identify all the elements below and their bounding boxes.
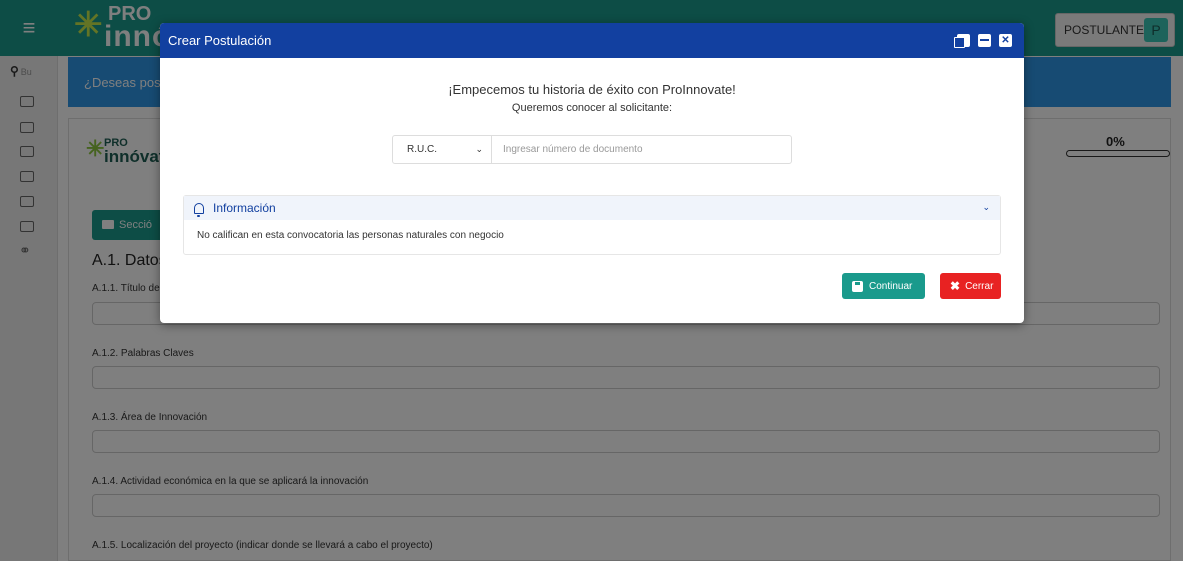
info-panel: Información ⌄ No califican en esta convo… bbox=[183, 195, 1001, 255]
restore-icon[interactable] bbox=[954, 34, 970, 48]
modal-subheading: Queremos conocer al solicitante: bbox=[511, 102, 673, 114]
document-number-input[interactable]: Ingresar número de documento bbox=[492, 136, 791, 163]
info-panel-header[interactable]: Información ⌄ bbox=[184, 196, 1000, 220]
close-label: Cerrar bbox=[965, 280, 994, 292]
chevron-down-icon: ⌄ bbox=[982, 202, 990, 212]
close-button[interactable]: ✖ Cerrar bbox=[940, 273, 1001, 299]
close-icon[interactable]: ✕ bbox=[999, 34, 1012, 47]
document-type-select[interactable]: R.U.C. ⌄ bbox=[393, 136, 492, 163]
modal-title: Crear Postulación bbox=[168, 33, 272, 48]
chevron-down-icon: ⌄ bbox=[475, 144, 483, 154]
create-application-modal: Crear Postulación ✕ ¡Empecemos tu histor… bbox=[160, 23, 1024, 323]
close-icon: ✖ bbox=[950, 279, 961, 293]
document-number-placeholder: Ingresar número de documento bbox=[503, 144, 643, 155]
save-icon bbox=[852, 280, 863, 292]
modal-heading: ¡Empecemos tu historia de éxito con ProI… bbox=[448, 82, 736, 97]
continue-button[interactable]: Continuar bbox=[842, 273, 925, 299]
document-type-value: R.U.C. bbox=[407, 144, 437, 155]
info-title: Información bbox=[213, 201, 276, 215]
document-row: R.U.C. ⌄ Ingresar número de documento bbox=[392, 135, 792, 164]
modal-header: Crear Postulación ✕ bbox=[160, 23, 1024, 58]
continue-label: Continuar bbox=[869, 280, 913, 292]
info-text: No califican en esta convocatoria las pe… bbox=[197, 230, 504, 241]
bell-icon bbox=[194, 202, 204, 217]
maximize-icon[interactable] bbox=[978, 34, 991, 47]
